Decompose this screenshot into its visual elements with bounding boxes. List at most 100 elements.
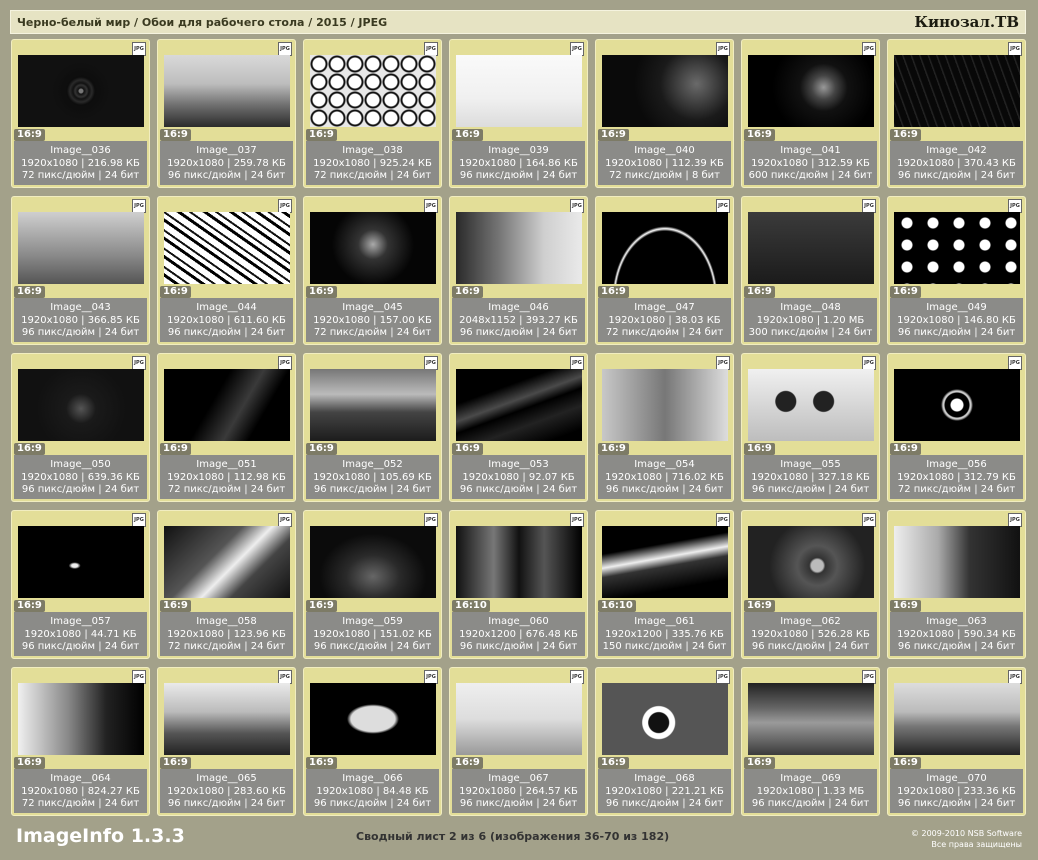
thumbnail-card[interactable]: JPG 16:9 Image__066 1920x1080 | 84.48 КБ 96 … [303, 667, 442, 816]
thumbnail-card[interactable]: JPG 16:9 Image__051 1920x1080 | 112.98 КБ 72… [157, 353, 296, 502]
image-info: Image__062 1920x1080 | 526.28 КБ 96 пикс/д… [744, 612, 877, 656]
thumbnail-card[interactable]: JPG 16:9 Image__041 1920x1080 | 312.59 КБ 60… [741, 39, 880, 188]
image-name: Image__052 [342, 459, 403, 470]
thumbnail-image[interactable] [18, 369, 144, 441]
aspect-ratio-badge: 16:9 [14, 129, 45, 141]
thumbnail-image[interactable] [310, 369, 436, 441]
thumbnail-image[interactable] [602, 369, 728, 441]
image-info: Image__037 1920x1080 | 259.78 КБ 96 пикс/д… [160, 141, 293, 185]
copyright-line: © 2009-2010 NSB Software [910, 829, 1022, 838]
thumbnail-image[interactable] [602, 55, 728, 127]
thumbnail-image[interactable] [456, 212, 582, 284]
image-info: Image__064 1920x1080 | 824.27 КБ 72 пикс/д… [14, 769, 147, 813]
thumbnail-image[interactable] [164, 683, 290, 755]
image-info: Image__065 1920x1080 | 283.60 КБ 96 пикс/д… [160, 769, 293, 813]
image-dpi-bits: 96 пикс/дюйм | 24 бит [459, 798, 578, 809]
image-dpi-bits: 96 пикс/дюйм | 24 бит [897, 170, 1016, 181]
thumbnail-image[interactable] [894, 212, 1020, 284]
image-resolution-size: 1920x1080 | 327.18 КБ [751, 471, 870, 483]
thumbnail-card[interactable]: JPG 16:9 Image__064 1920x1080 | 824.27 КБ 72… [11, 667, 150, 816]
thumbnail-card[interactable]: JPG 16:9 Image__046 2048x1152 | 393.27 КБ 96… [449, 196, 588, 345]
thumbnail-card[interactable]: JPG 16:9 Image__053 1920x1080 | 92.07 КБ 96 … [449, 353, 588, 502]
thumbnail-image[interactable] [164, 55, 290, 127]
thumbnail-image[interactable] [602, 212, 728, 284]
thumbnail-card[interactable]: JPG 16:9 Image__069 1920x1080 | 1.33 МБ 96 п… [741, 667, 880, 816]
jpg-file-icon: JPG [132, 199, 146, 213]
thumbnail-card[interactable]: JPG 16:9 Image__058 1920x1080 | 123.96 КБ 72… [157, 510, 296, 659]
thumbnail-image[interactable] [748, 683, 874, 755]
thumbnail-card[interactable]: JPG 16:9 Image__068 1920x1080 | 221.21 КБ 96… [595, 667, 734, 816]
thumbnail-card[interactable]: JPG 16:9 Image__062 1920x1080 | 526.28 КБ 96… [741, 510, 880, 659]
thumbnail-card[interactable]: JPG 16:9 Image__049 1920x1080 | 146.80 КБ 96… [887, 196, 1026, 345]
thumbnail-image[interactable] [456, 369, 582, 441]
jpg-file-icon: JPG [862, 670, 876, 684]
thumbnail-image[interactable] [164, 212, 290, 284]
image-dpi-bits: 96 пикс/дюйм | 24 бит [21, 484, 140, 495]
jpg-file-icon: JPG [424, 199, 438, 213]
thumbnail-card[interactable]: JPG 16:9 Image__050 1920x1080 | 639.36 КБ 96… [11, 353, 150, 502]
thumbnail-card[interactable]: JPG 16:9 Image__070 1920x1080 | 233.36 КБ 96… [887, 667, 1026, 816]
image-dpi-bits: 72 пикс/дюйм | 24 бит [167, 484, 286, 495]
thumbnail-card[interactable]: JPG 16:9 Image__052 1920x1080 | 105.69 КБ 96… [303, 353, 442, 502]
thumbnail-image[interactable] [894, 369, 1020, 441]
image-name: Image__058 [196, 616, 257, 627]
thumbnail-image[interactable] [310, 55, 436, 127]
image-name: Image__053 [488, 459, 549, 470]
thumbnail-card[interactable]: JPG 16:9 Image__038 1920x1080 | 925.24 КБ 72… [303, 39, 442, 188]
image-name: Image__046 [488, 302, 549, 313]
thumbnail-image[interactable] [310, 526, 436, 598]
thumbnail-image[interactable] [18, 683, 144, 755]
jpg-file-icon: JPG [716, 670, 730, 684]
thumbnail-image[interactable] [310, 212, 436, 284]
thumbnail-card[interactable]: JPG 16:9 Image__043 1920x1080 | 366.85 КБ 96… [11, 196, 150, 345]
thumbnail-card[interactable]: JPG 16:9 Image__056 1920x1080 | 312.79 КБ 72… [887, 353, 1026, 502]
image-resolution-size: 1920x1080 | 216.98 КБ [21, 157, 140, 169]
thumbnail-image[interactable] [748, 526, 874, 598]
thumbnail-card[interactable]: JPG 16:9 Image__039 1920x1080 | 164.86 КБ 96… [449, 39, 588, 188]
thumbnail-image[interactable] [456, 55, 582, 127]
thumbnail-card[interactable]: JPG 16:9 Image__057 1920x1080 | 44.71 КБ 96 … [11, 510, 150, 659]
thumbnail-image[interactable] [894, 683, 1020, 755]
thumbnail-card[interactable]: JPG 16:9 Image__055 1920x1080 | 327.18 КБ 96… [741, 353, 880, 502]
thumbnail-image[interactable] [164, 369, 290, 441]
thumbnail-card[interactable]: JPG 16:9 Image__047 1920x1080 | 38.03 КБ 72 … [595, 196, 734, 345]
image-info: Image__036 1920x1080 | 216.98 КБ 72 пикс/д… [14, 141, 147, 185]
image-info: Image__053 1920x1080 | 92.07 КБ 96 пикс/дю… [452, 455, 585, 499]
thumbnail-image[interactable] [748, 369, 874, 441]
thumbnail-image[interactable] [748, 212, 874, 284]
thumbnail-card[interactable]: JPG 16:9 Image__059 1920x1080 | 151.02 КБ 96… [303, 510, 442, 659]
thumbnail-image[interactable] [456, 526, 582, 598]
thumbnail-card[interactable]: JPG 16:9 Image__065 1920x1080 | 283.60 КБ 96… [157, 667, 296, 816]
thumbnail-image[interactable] [18, 55, 144, 127]
thumbnail-image[interactable] [894, 526, 1020, 598]
aspect-ratio-badge: 16:9 [452, 286, 483, 298]
aspect-ratio-badge: 16:10 [452, 600, 490, 612]
thumbnail-image[interactable] [748, 55, 874, 127]
image-dpi-bits: 96 пикс/дюйм | 24 бит [459, 484, 578, 495]
thumbnail-card[interactable]: JPG 16:9 Image__067 1920x1080 | 264.57 КБ 96… [449, 667, 588, 816]
thumbnail-card[interactable]: JPG 16:10 Image__060 1920x1200 | 676.48 КБ 9… [449, 510, 588, 659]
thumbnail-card[interactable]: JPG 16:9 Image__044 1920x1080 | 611.60 КБ 96… [157, 196, 296, 345]
thumbnail-card[interactable]: JPG 16:9 Image__036 1920x1080 | 216.98 КБ 72… [11, 39, 150, 188]
thumbnail-card[interactable]: JPG 16:9 Image__063 1920x1080 | 590.34 КБ 96… [887, 510, 1026, 659]
thumbnail-image[interactable] [602, 683, 728, 755]
image-dpi-bits: 96 пикс/дюйм | 24 бит [459, 327, 578, 338]
thumbnail-card[interactable]: JPG 16:9 Image__042 1920x1080 | 370.43 КБ 96… [887, 39, 1026, 188]
thumbnail-card[interactable]: JPG 16:9 Image__037 1920x1080 | 259.78 КБ 96… [157, 39, 296, 188]
thumbnail-image[interactable] [164, 526, 290, 598]
thumbnail-card[interactable]: JPG 16:9 Image__045 1920x1080 | 157.00 КБ 72… [303, 196, 442, 345]
image-dpi-bits: 72 пикс/дюйм | 24 бит [313, 327, 432, 338]
thumbnail-card[interactable]: JPG 16:9 Image__048 1920x1080 | 1.20 МБ 300 … [741, 196, 880, 345]
thumbnail-image[interactable] [456, 683, 582, 755]
image-name: Image__048 [780, 302, 841, 313]
jpg-file-icon: JPG [570, 199, 584, 213]
thumbnail-card[interactable]: JPG 16:9 Image__054 1920x1080 | 716.02 КБ 96… [595, 353, 734, 502]
thumbnail-image[interactable] [18, 212, 144, 284]
thumbnail-image[interactable] [894, 55, 1020, 127]
thumbnail-image[interactable] [602, 526, 728, 598]
thumbnail-image[interactable] [18, 526, 144, 598]
thumbnail-card[interactable]: JPG 16:10 Image__061 1920x1200 | 335.76 КБ 1… [595, 510, 734, 659]
aspect-ratio-badge: 16:9 [598, 286, 629, 298]
thumbnail-card[interactable]: JPG 16:9 Image__040 1920x1080 | 112.39 КБ 72… [595, 39, 734, 188]
thumbnail-image[interactable] [310, 683, 436, 755]
